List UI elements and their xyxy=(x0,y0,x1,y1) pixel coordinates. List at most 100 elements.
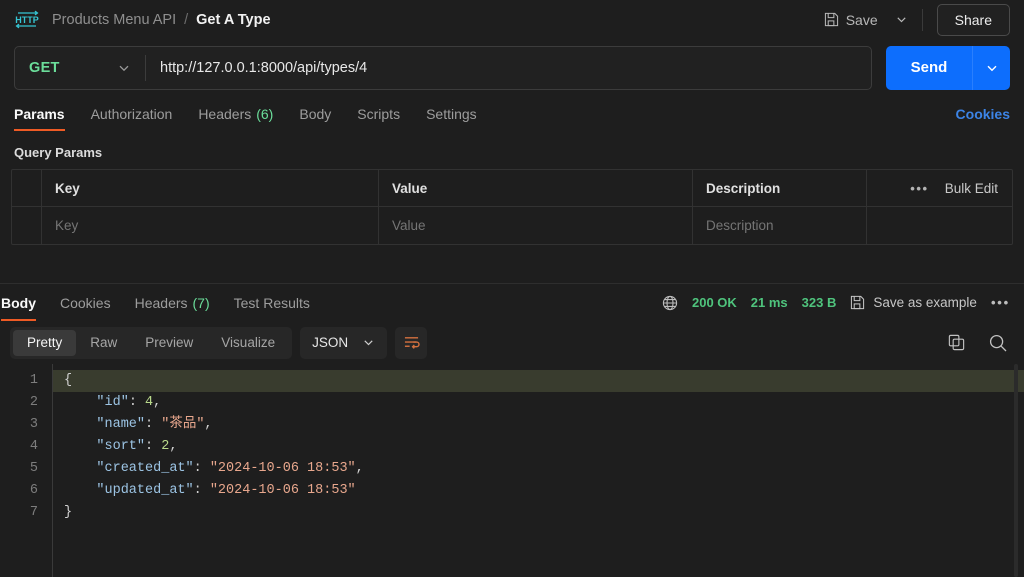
code-token-str: "2024-10-06 18:53" xyxy=(210,461,356,476)
line-number: 6 xyxy=(0,480,52,502)
language-label: JSON xyxy=(312,335,348,350)
breadcrumb: Products Menu API / Get A Type xyxy=(52,12,271,28)
line-number: 5 xyxy=(0,458,52,480)
chevron-down-icon xyxy=(985,61,999,75)
param-key-input[interactable]: Key xyxy=(42,207,379,244)
tab-test-results[interactable]: Test Results xyxy=(234,284,310,321)
send-button-group: Send xyxy=(886,46,1010,90)
select-all-checkbox-cell[interactable] xyxy=(12,170,42,206)
response-body-toolbar: Pretty Raw Preview Visualize JSON xyxy=(0,321,1024,364)
code-token-key: "sort" xyxy=(96,439,145,454)
chevron-down-icon xyxy=(895,13,908,26)
code-token-str: "茶品" xyxy=(161,417,204,432)
tab-response-headers[interactable]: Headers (7) xyxy=(135,284,210,321)
method-selector[interactable]: GET xyxy=(15,47,145,89)
code-token-punct: } xyxy=(64,505,72,520)
tab-authorization-label: Authorization xyxy=(91,106,173,122)
tab-settings[interactable]: Settings xyxy=(426,96,477,131)
url-field-group: GET http://127.0.0.1:8000/api/types/4 xyxy=(14,46,872,90)
cookies-link[interactable]: Cookies xyxy=(956,96,1010,131)
tab-headers-count: (6) xyxy=(256,106,273,122)
code-token-key: "created_at" xyxy=(96,461,193,476)
wrap-text-icon xyxy=(403,335,420,350)
tab-params[interactable]: Params xyxy=(14,96,65,131)
breadcrumb-request-name[interactable]: Get A Type xyxy=(196,12,270,28)
tab-test-results-label: Test Results xyxy=(234,295,310,311)
view-raw[interactable]: Raw xyxy=(76,330,131,356)
row-checkbox-cell[interactable] xyxy=(12,207,42,244)
column-header-key: Key xyxy=(42,170,379,206)
request-tabs: Params Authorization Headers (6) Body Sc… xyxy=(0,96,1024,131)
breadcrumb-collection[interactable]: Products Menu API xyxy=(52,12,176,28)
body-toolbar-actions xyxy=(947,333,1014,353)
code-line: "sort": 2, xyxy=(53,436,1024,458)
tab-body-label: Body xyxy=(299,106,331,122)
tab-response-headers-count: (7) xyxy=(193,295,210,311)
save-options-button[interactable] xyxy=(888,6,916,34)
search-icon[interactable] xyxy=(988,333,1008,353)
table-header-tools: ••• Bulk Edit xyxy=(867,170,1012,206)
send-options-button[interactable] xyxy=(972,46,1010,90)
param-description-input[interactable]: Description xyxy=(693,207,867,244)
line-number: 3 xyxy=(0,414,52,436)
code-token-punct: , xyxy=(153,395,161,410)
code-line: "name": "茶品", xyxy=(53,414,1024,436)
code-token-punct: : xyxy=(145,417,161,432)
ellipsis-icon[interactable]: ••• xyxy=(991,295,1010,310)
response-tabs: Body Cookies Headers (7) Test Results xyxy=(0,284,334,321)
chevron-down-icon xyxy=(362,336,375,349)
view-mode-segmented-control: Pretty Raw Preview Visualize xyxy=(10,327,292,359)
code-token-punct: { xyxy=(64,373,72,388)
code-token-key: "id" xyxy=(96,395,128,410)
top-bar-actions: Save Share xyxy=(814,4,1010,36)
send-button[interactable]: Send xyxy=(886,46,972,90)
svg-text:HTTP: HTTP xyxy=(15,15,39,25)
save-as-example-label: Save as example xyxy=(873,295,977,310)
code-content[interactable]: { "id": 4, "name": "茶品", "sort": 2, "cre… xyxy=(52,364,1024,577)
code-token-punct xyxy=(64,395,96,410)
share-button[interactable]: Share xyxy=(937,4,1010,36)
query-params-title: Query Params xyxy=(0,131,1024,169)
column-header-description: Description xyxy=(693,170,867,206)
top-bar: HTTP Products Menu API / Get A Type Save xyxy=(0,0,1024,39)
tab-response-cookies[interactable]: Cookies xyxy=(60,284,111,321)
floppy-disk-icon xyxy=(824,12,839,27)
save-button-label: Save xyxy=(846,12,878,28)
code-token-punct: : xyxy=(194,461,210,476)
code-token-punct xyxy=(64,439,96,454)
code-token-punct: : xyxy=(194,483,210,498)
code-line: "id": 4, xyxy=(53,392,1024,414)
code-token-punct: : xyxy=(129,395,145,410)
wrap-text-button[interactable] xyxy=(395,327,427,359)
response-size: 323 B xyxy=(802,295,837,310)
tab-authorization[interactable]: Authorization xyxy=(91,96,173,131)
line-number: 2 xyxy=(0,392,52,414)
globe-icon[interactable] xyxy=(662,295,678,311)
view-preview[interactable]: Preview xyxy=(131,330,207,356)
tab-body[interactable]: Body xyxy=(299,96,331,131)
line-number: 4 xyxy=(0,436,52,458)
tab-response-body[interactable]: Body xyxy=(1,284,36,321)
param-value-input[interactable]: Value xyxy=(379,207,693,244)
status-badge: 200 OK xyxy=(692,295,737,310)
ellipsis-icon[interactable]: ••• xyxy=(910,181,928,196)
response-body-code[interactable]: 1234567 { "id": 4, "name": "茶品", "sort":… xyxy=(0,364,1024,577)
tab-response-headers-label: Headers xyxy=(135,295,188,311)
view-visualize[interactable]: Visualize xyxy=(207,330,289,356)
bulk-edit-button[interactable]: Bulk Edit xyxy=(945,181,998,196)
chevron-down-icon xyxy=(117,61,131,75)
copy-icon[interactable] xyxy=(947,333,966,352)
save-button[interactable]: Save xyxy=(814,6,888,34)
floppy-disk-icon xyxy=(850,295,865,310)
language-selector[interactable]: JSON xyxy=(300,327,387,359)
postman-window: HTTP Products Menu API / Get A Type Save xyxy=(0,0,1024,577)
tab-scripts[interactable]: Scripts xyxy=(357,96,400,131)
tab-headers[interactable]: Headers (6) xyxy=(198,96,273,131)
url-input[interactable]: http://127.0.0.1:8000/api/types/4 xyxy=(146,47,871,89)
tab-headers-label: Headers xyxy=(198,106,251,122)
view-pretty[interactable]: Pretty xyxy=(13,330,76,356)
code-token-punct xyxy=(64,461,96,476)
save-as-example-button[interactable]: Save as example xyxy=(850,295,977,310)
line-number: 7 xyxy=(0,502,52,524)
vertical-scrollbar[interactable] xyxy=(1014,364,1018,577)
